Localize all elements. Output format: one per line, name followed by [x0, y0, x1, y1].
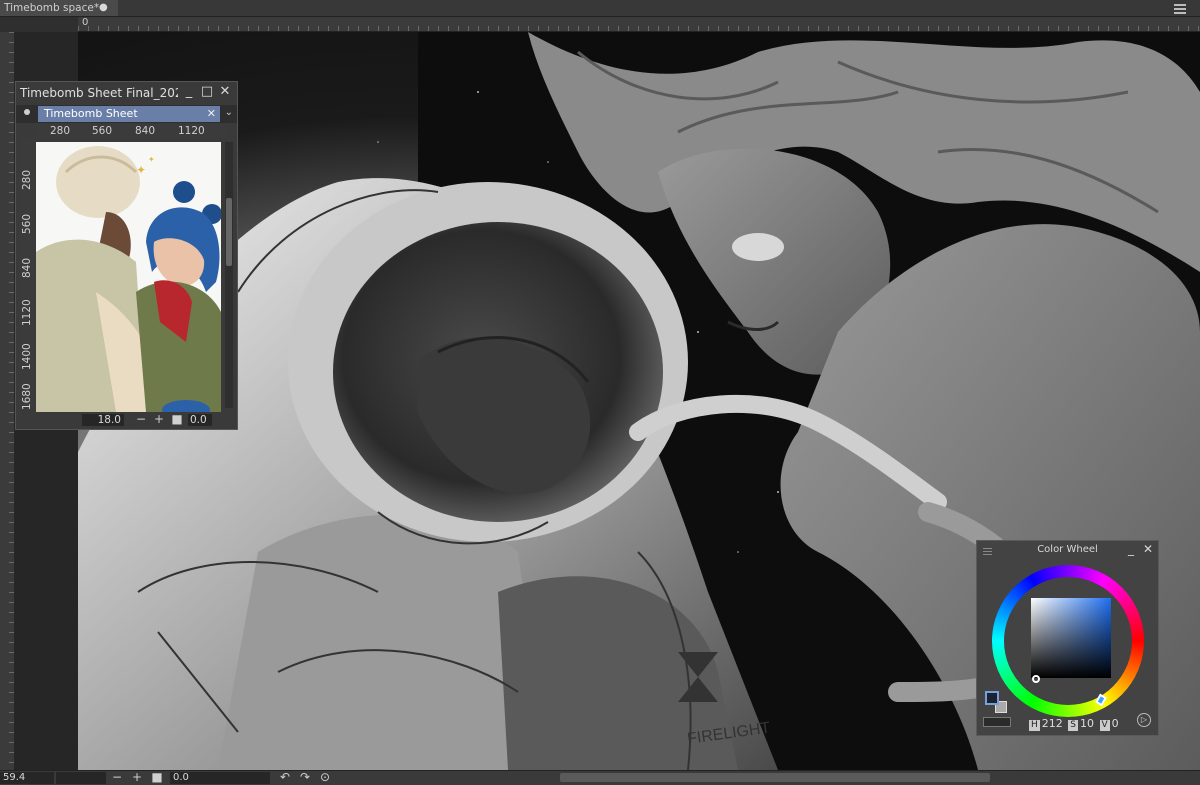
ruler-label: 1680 [21, 383, 33, 410]
sub-view-panel: Timebomb Sheet Final_2025 _ □ ✕ Timebomb… [15, 81, 238, 430]
svg-text:✦: ✦ [148, 155, 155, 164]
sub-view-tab-row: Timebomb Sheet Final_2025.jpg ✕ ⌄ [16, 105, 237, 136]
zoom-out-button[interactable]: − [134, 413, 148, 427]
s-value[interactable]: 10 [1080, 717, 1094, 730]
sub-view-scrollbar[interactable] [225, 142, 233, 408]
ruler-corner [0, 17, 78, 32]
zoom-in-button[interactable]: + [130, 771, 144, 785]
v-label: V [1099, 720, 1110, 731]
h-value[interactable]: 212 [1042, 717, 1063, 730]
zoom-field[interactable]: 59.4 [0, 772, 54, 784]
saturation-value-square[interactable] [1031, 598, 1111, 678]
reset-rotation-icon[interactable]: ⊙ [318, 771, 332, 785]
document-tab[interactable]: Timebomb space* ● [0, 0, 118, 16]
ruler-label: 1120 [21, 299, 33, 326]
ruler-label: 840 [135, 125, 156, 137]
svg-text:✦: ✦ [136, 163, 146, 177]
rotate-left-icon[interactable]: ↶ [278, 771, 292, 785]
ruler-label: 560 [21, 213, 33, 234]
maximize-icon[interactable]: □ [200, 85, 214, 99]
stop-icon[interactable]: ■ [170, 413, 184, 427]
hamburger-menu-icon[interactable] [1174, 2, 1186, 14]
horizontal-ruler: 0 [78, 17, 1200, 32]
transparency-toggle[interactable] [983, 717, 1011, 727]
vertical-ruler [0, 32, 14, 770]
sub-view-zoom-field[interactable]: 18.0 [82, 414, 124, 426]
ruler-label: 840 [21, 257, 33, 278]
ruler-label: 280 [21, 169, 33, 190]
sub-view-title: Timebomb Sheet Final_2025 [20, 86, 178, 100]
horizontal-scrollbar[interactable] [560, 773, 990, 782]
close-icon[interactable]: ✕ [1142, 543, 1154, 555]
sub-view-bottom-bar: 18.0 − + ■ 0.0 [16, 412, 237, 428]
tab-close-icon[interactable]: ✕ [207, 106, 216, 122]
zoom-in-button[interactable]: + [152, 413, 166, 427]
ruler-label: 280 [50, 125, 71, 137]
chevron-down-icon[interactable]: ⌄ [225, 107, 233, 118]
minimize-icon[interactable]: _ [182, 85, 196, 99]
s-label: S [1068, 720, 1078, 731]
rotate-right-icon[interactable]: ↷ [298, 771, 312, 785]
zoom-out-button[interactable]: − [110, 771, 124, 785]
color-wheel-panel: Color Wheel _ ✕ H 212 S 10 V0 ▷ [976, 540, 1159, 736]
document-tab-title: Timebomb space* [4, 2, 100, 14]
play-icon[interactable]: ▷ [1137, 713, 1151, 727]
close-icon[interactable]: ✕ [218, 85, 232, 99]
ruler-label: 1120 [178, 125, 205, 137]
status-bar: 59.4 − + ■ 0.0 ↶ ↷ ⊙ [0, 770, 1200, 785]
zoom-slider-field[interactable] [56, 772, 106, 784]
h-label: H [1029, 720, 1040, 731]
v-value[interactable]: 0 [1112, 717, 1119, 730]
minimize-icon[interactable]: _ [1125, 543, 1137, 555]
sv-picker-marker[interactable] [1032, 675, 1040, 683]
sub-view-vertical-ruler: 280 560 840 1120 1400 1680 [19, 138, 35, 410]
angle-field[interactable]: 0.0 [170, 772, 270, 784]
dot-icon [24, 109, 30, 115]
sub-view-tab[interactable]: Timebomb Sheet Final_2025.jpg ✕ [38, 106, 220, 136]
document-tab-bar: Timebomb space* ● [0, 0, 1200, 17]
reference-image[interactable]: ✦ ✦ [36, 142, 221, 412]
reference-illustration: ✦ ✦ [36, 142, 221, 412]
scrollbar-thumb[interactable] [226, 198, 232, 266]
ruler-label: 1400 [21, 343, 33, 370]
sub-view-titlebar[interactable]: Timebomb Sheet Final_2025 _ □ ✕ [16, 82, 237, 104]
sub-view-horizontal-ruler: 280 560 840 1120 [36, 124, 226, 138]
main-color-swatch[interactable] [985, 691, 999, 705]
hsv-readout: H 212 S 10 V0 [1027, 717, 1119, 731]
sub-view-angle-field[interactable]: 0.0 [188, 414, 212, 426]
modified-indicator: ● [99, 2, 108, 13]
stop-icon[interactable]: ■ [150, 771, 164, 785]
ruler-label: 560 [92, 125, 113, 137]
